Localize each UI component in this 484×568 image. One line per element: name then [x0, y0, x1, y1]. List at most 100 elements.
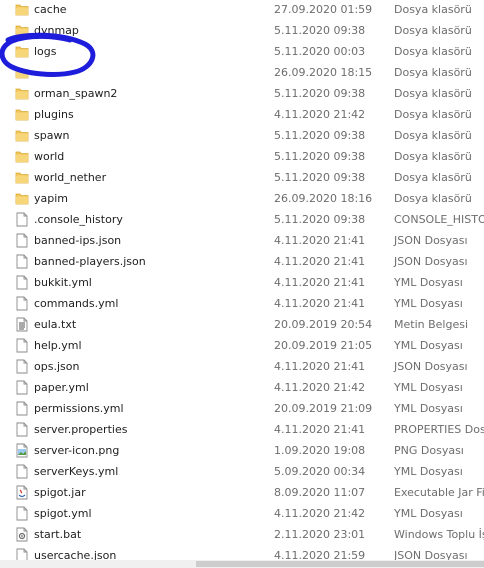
file-type: JSON Dosyası — [394, 234, 468, 247]
file-icon — [15, 212, 29, 227]
file-type: YML Dosyası — [394, 402, 463, 415]
file-row[interactable]: yapim 26.09.2020 18:16 Dosya klasörü — [0, 189, 484, 210]
file-date-modified: 4.11.2020 21:59 — [274, 549, 366, 560]
file-name[interactable]: dynmap — [34, 24, 79, 37]
folder-icon — [15, 2, 29, 17]
file-row[interactable]: orman_spawn2 5.11.2020 09:38 Dosya klasörü — [0, 84, 484, 105]
folder-icon — [15, 128, 29, 143]
file-type: YML Dosyası — [394, 507, 463, 520]
file-date-modified: 5.11.2020 09:38 — [274, 87, 366, 100]
file-row[interactable]: dynmap 5.11.2020 09:38 Dosya klasörü — [0, 21, 484, 42]
file-type: PROPERTIES Dosyası — [394, 423, 484, 436]
horizontal-scrollbar[interactable] — [0, 560, 484, 568]
file-row[interactable]: cache 27.09.2020 01:59 Dosya klasörü — [0, 0, 484, 21]
file-date-modified: 1.09.2020 19:08 — [274, 444, 366, 457]
file-type: JSON Dosyası — [394, 255, 468, 268]
image-file-icon — [15, 443, 29, 458]
file-row[interactable]: plugins 4.11.2020 21:42 Dosya klasörü — [0, 105, 484, 126]
file-row[interactable]: banned-ips.json 4.11.2020 21:41 JSON Dosya… — [0, 231, 484, 252]
file-name[interactable]: permissions.yml — [34, 402, 124, 415]
file-type: Dosya klasörü — [394, 129, 472, 142]
file-row[interactable]: server-icon.png 1.09.2020 19:08 PNG Dosyas… — [0, 441, 484, 462]
file-name[interactable]: world_nether — [34, 171, 106, 184]
file-name[interactable]: plugins — [34, 108, 74, 121]
file-name[interactable]: serverKeys.yml — [34, 465, 118, 478]
file-row[interactable]: server.properties 4.11.2020 21:41 PROPERTI… — [0, 420, 484, 441]
file-type: Dosya klasörü — [394, 192, 472, 205]
jar-file-icon — [15, 485, 29, 500]
file-type: Windows Toplu İş Dosyası — [394, 528, 484, 541]
folder-icon — [15, 86, 29, 101]
folder-icon — [15, 23, 29, 38]
file-date-modified: 4.11.2020 21:41 — [274, 423, 366, 436]
file-type: JSON Dosyası — [394, 549, 468, 560]
file-name[interactable]: world — [34, 150, 64, 163]
file-date-modified: 5.11.2020 09:38 — [274, 129, 366, 142]
file-row[interactable]: bukkit.yml 4.11.2020 21:41 YML Dosyası — [0, 273, 484, 294]
file-icon — [15, 359, 29, 374]
file-row[interactable]: eula.txt 20.09.2019 20:54 Metin Belgesi — [0, 315, 484, 336]
file-name[interactable]: commands.yml — [34, 297, 118, 310]
file-name[interactable]: spigot.jar — [34, 486, 86, 499]
file-icon — [15, 338, 29, 353]
file-name[interactable]: logs — [34, 45, 57, 58]
file-row[interactable]: .console_history 5.11.2020 09:38 CONSOLE_H… — [0, 210, 484, 231]
file-date-modified: 5.11.2020 09:38 — [274, 24, 366, 37]
file-name[interactable]: spigot.yml — [34, 507, 92, 520]
file-name[interactable]: help.yml — [34, 339, 82, 352]
file-icon — [15, 401, 29, 416]
file-row[interactable]: logs 5.11.2020 00:03 Dosya klasörü — [0, 42, 484, 63]
file-row[interactable]: banned-players.json 4.11.2020 21:41 JSON D… — [0, 252, 484, 273]
file-name[interactable]: bukkit.yml — [34, 276, 92, 289]
file-row[interactable]: world_nether 5.11.2020 09:38 Dosya klasörü — [0, 168, 484, 189]
file-name[interactable]: banned-players.json — [34, 255, 146, 268]
folder-icon — [15, 44, 29, 59]
file-icon — [15, 296, 29, 311]
file-name[interactable]: yapim — [34, 192, 68, 205]
file-name[interactable]: usercache.json — [34, 549, 116, 560]
file-name[interactable]: server-icon.png — [34, 444, 119, 457]
file-name[interactable]: .console_history — [34, 213, 123, 226]
file-row[interactable]: ops.json 4.11.2020 21:41 JSON Dosyası — [0, 357, 484, 378]
file-date-modified: 8.09.2020 11:07 — [274, 486, 366, 499]
file-row[interactable]: 26.09.2020 18:15 Dosya klasörü — [0, 63, 484, 84]
file-name[interactable]: cache — [34, 3, 67, 16]
scrollbar-thumb[interactable] — [196, 561, 484, 567]
file-date-modified: 27.09.2020 01:59 — [274, 3, 373, 16]
file-row[interactable]: serverKeys.yml 5.09.2020 00:34 YML Dosyası — [0, 462, 484, 483]
file-name[interactable]: paper.yml — [34, 381, 89, 394]
text-document-icon — [15, 317, 29, 332]
file-row[interactable]: usercache.json 4.11.2020 21:59 JSON Dosyas… — [0, 546, 484, 560]
file-name[interactable]: ops.json — [34, 360, 79, 373]
file-name[interactable]: eula.txt — [34, 318, 76, 331]
file-row[interactable]: spigot.jar 8.09.2020 11:07 Executable Jar … — [0, 483, 484, 504]
file-type: Dosya klasörü — [394, 150, 472, 163]
file-date-modified: 2.11.2020 23:01 — [274, 528, 366, 541]
file-row[interactable]: world 5.11.2020 09:38 Dosya klasörü — [0, 147, 484, 168]
file-row[interactable]: start.bat 2.11.2020 23:01 Windows Toplu İş… — [0, 525, 484, 546]
file-name[interactable]: orman_spawn2 — [34, 87, 117, 100]
file-row[interactable]: spigot.yml 4.11.2020 21:42 YML Dosyası — [0, 504, 484, 525]
file-name[interactable]: banned-ips.json — [34, 234, 121, 247]
file-type: YML Dosyası — [394, 465, 463, 478]
file-date-modified: 4.11.2020 21:41 — [274, 360, 366, 373]
file-name[interactable]: start.bat — [34, 528, 81, 541]
file-row[interactable]: paper.yml 4.11.2020 21:42 YML Dosyası — [0, 378, 484, 399]
file-name[interactable]: server.properties — [34, 423, 127, 436]
folder-icon — [15, 191, 29, 206]
file-icon — [15, 254, 29, 269]
file-row[interactable]: permissions.yml 20.09.2019 21:09 YML Dosya… — [0, 399, 484, 420]
folder-icon — [15, 107, 29, 122]
file-row[interactable]: help.yml 20.09.2019 21:05 YML Dosyası — [0, 336, 484, 357]
file-date-modified: 26.09.2020 18:16 — [274, 192, 373, 205]
file-date-modified: 5.11.2020 09:38 — [274, 171, 366, 184]
file-type: Dosya klasörü — [394, 3, 472, 16]
file-row[interactable]: spawn 5.11.2020 09:38 Dosya klasörü — [0, 126, 484, 147]
file-date-modified: 26.09.2020 18:15 — [274, 66, 373, 79]
file-icon — [15, 422, 29, 437]
file-name[interactable]: spawn — [34, 129, 69, 142]
file-icon — [15, 464, 29, 479]
file-date-modified: 5.11.2020 09:38 — [274, 213, 366, 226]
file-row[interactable]: commands.yml 4.11.2020 21:41 YML Dosyası — [0, 294, 484, 315]
file-date-modified: 20.09.2019 21:09 — [274, 402, 373, 415]
